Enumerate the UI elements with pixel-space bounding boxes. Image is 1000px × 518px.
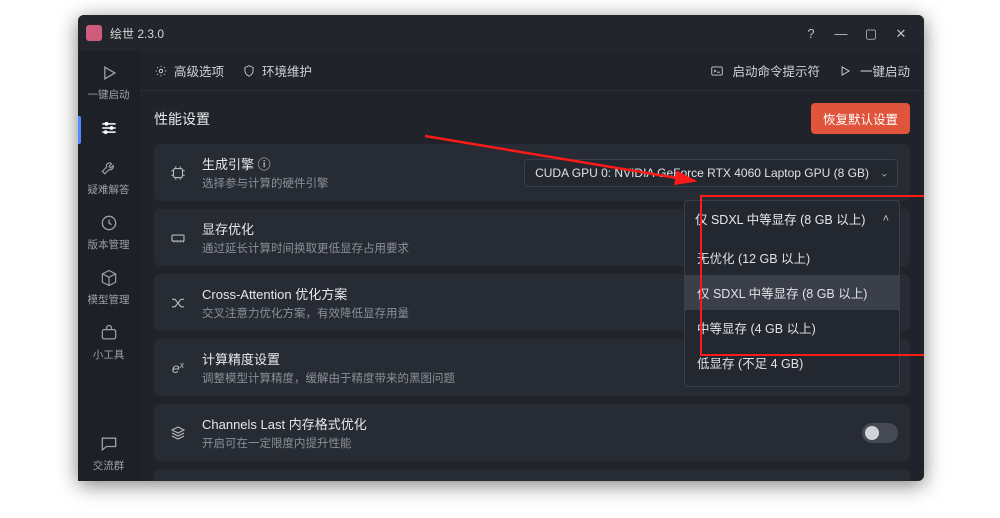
app-window: 绘世 2.3.0 ? — ▢ ✕ 一键启动 疑难解答 版本管理 [78, 15, 924, 481]
terminal-icon [710, 64, 724, 78]
sidebar-item-troubleshoot[interactable]: 疑难解答 [78, 150, 140, 205]
gear-icon [154, 64, 168, 78]
help-button[interactable]: ? [796, 19, 826, 47]
app-icon [86, 25, 102, 41]
launch-button[interactable]: 一键启动 [838, 61, 910, 80]
chat-icon [99, 434, 119, 454]
content-area: 性能设置 恢复默认设置 生成引擎 ⓘ 选择参与计算的硬件引擎 [140, 91, 924, 481]
play-outline-icon [838, 64, 852, 78]
vram-dropdown-select[interactable]: 仅 SDXL 中等显存 (8 GB 以上) ˄ [685, 201, 899, 236]
shuffle-icon [166, 294, 190, 312]
restore-defaults-button[interactable]: 恢复默认设置 [811, 103, 910, 134]
titlebar: 绘世 2.3.0 ? — ▢ ✕ [78, 15, 924, 51]
memory-icon [166, 229, 190, 247]
vram-option-medium[interactable]: 中等显存 (4 GB 以上) [685, 310, 899, 345]
row-channels-last: Channels Last 内存格式优化 开启可在一定限度内提升性能 [154, 404, 910, 461]
sidebar-item-models[interactable]: 模型管理 [78, 260, 140, 315]
exponent-icon: ex [166, 360, 190, 376]
sidebar: 一键启动 疑难解答 版本管理 模型管理 小工具 [78, 51, 140, 481]
tab-env-maintenance[interactable]: 环境维护 [242, 61, 312, 80]
section-title: 性能设置 [154, 109, 210, 129]
sidebar-item-version[interactable]: 版本管理 [78, 205, 140, 260]
engine-select[interactable]: CUDA GPU 0: NVIDIA GeForce RTX 4060 Lapt… [524, 159, 898, 187]
vram-option-none[interactable]: 无优化 (12 GB 以上) [685, 240, 899, 275]
row-engine-title: 生成引擎 ⓘ [202, 154, 512, 173]
sliders-icon [99, 118, 119, 138]
sidebar-item-community[interactable]: 交流群 [78, 426, 140, 481]
row-hash: 模型哈希计算 关闭可节省启动时间，但会导致页面内与图片生成数据中无法正常显示模型… [154, 469, 910, 481]
row-chlast-desc: 开启可在一定限度内提升性能 [202, 435, 850, 451]
play-icon [99, 63, 119, 83]
open-cmd-button[interactable]: 启动命令提示符 [710, 61, 820, 80]
row-hash-title: 模型哈希计算 [202, 479, 850, 481]
sidebar-item-settings[interactable] [78, 110, 140, 150]
toolbox-icon [99, 323, 119, 343]
vram-dropdown: 仅 SDXL 中等显存 (8 GB 以上) ˄ 无优化 (12 GB 以上) 仅… [684, 200, 900, 387]
clock-icon [99, 213, 119, 233]
vram-option-low[interactable]: 低显存 (不足 4 GB) [685, 345, 899, 380]
row-engine: 生成引擎 ⓘ 选择参与计算的硬件引擎 CUDA GPU 0: NVIDIA Ge… [154, 144, 910, 201]
chevron-down-icon: ⌄ [880, 166, 889, 179]
row-chlast-title: Channels Last 内存格式优化 [202, 414, 850, 433]
maximize-button[interactable]: ▢ [856, 19, 886, 47]
shield-icon [242, 64, 256, 78]
row-engine-desc: 选择参与计算的硬件引擎 [202, 175, 512, 191]
sidebar-item-onekey-launch[interactable]: 一键启动 [78, 55, 140, 110]
window-title: 绘世 2.3.0 [110, 25, 164, 42]
close-button[interactable]: ✕ [886, 19, 916, 47]
sidebar-item-tools[interactable]: 小工具 [78, 315, 140, 370]
vram-option-sdxl-medium[interactable]: 仅 SDXL 中等显存 (8 GB 以上) [685, 275, 899, 310]
chip-icon [166, 164, 190, 182]
layers-icon [166, 424, 190, 442]
chevron-up-icon: ˄ [883, 213, 889, 225]
tab-advanced-options[interactable]: 高级选项 [154, 61, 224, 80]
channels-last-toggle[interactable] [862, 423, 898, 443]
main-panel: 高级选项 环境维护 启动命令提示符 一键启动 [140, 51, 924, 481]
cube-icon [99, 268, 119, 288]
topbar: 高级选项 环境维护 启动命令提示符 一键启动 [140, 51, 924, 91]
wrench-icon [99, 158, 119, 178]
minimize-button[interactable]: — [826, 19, 856, 47]
